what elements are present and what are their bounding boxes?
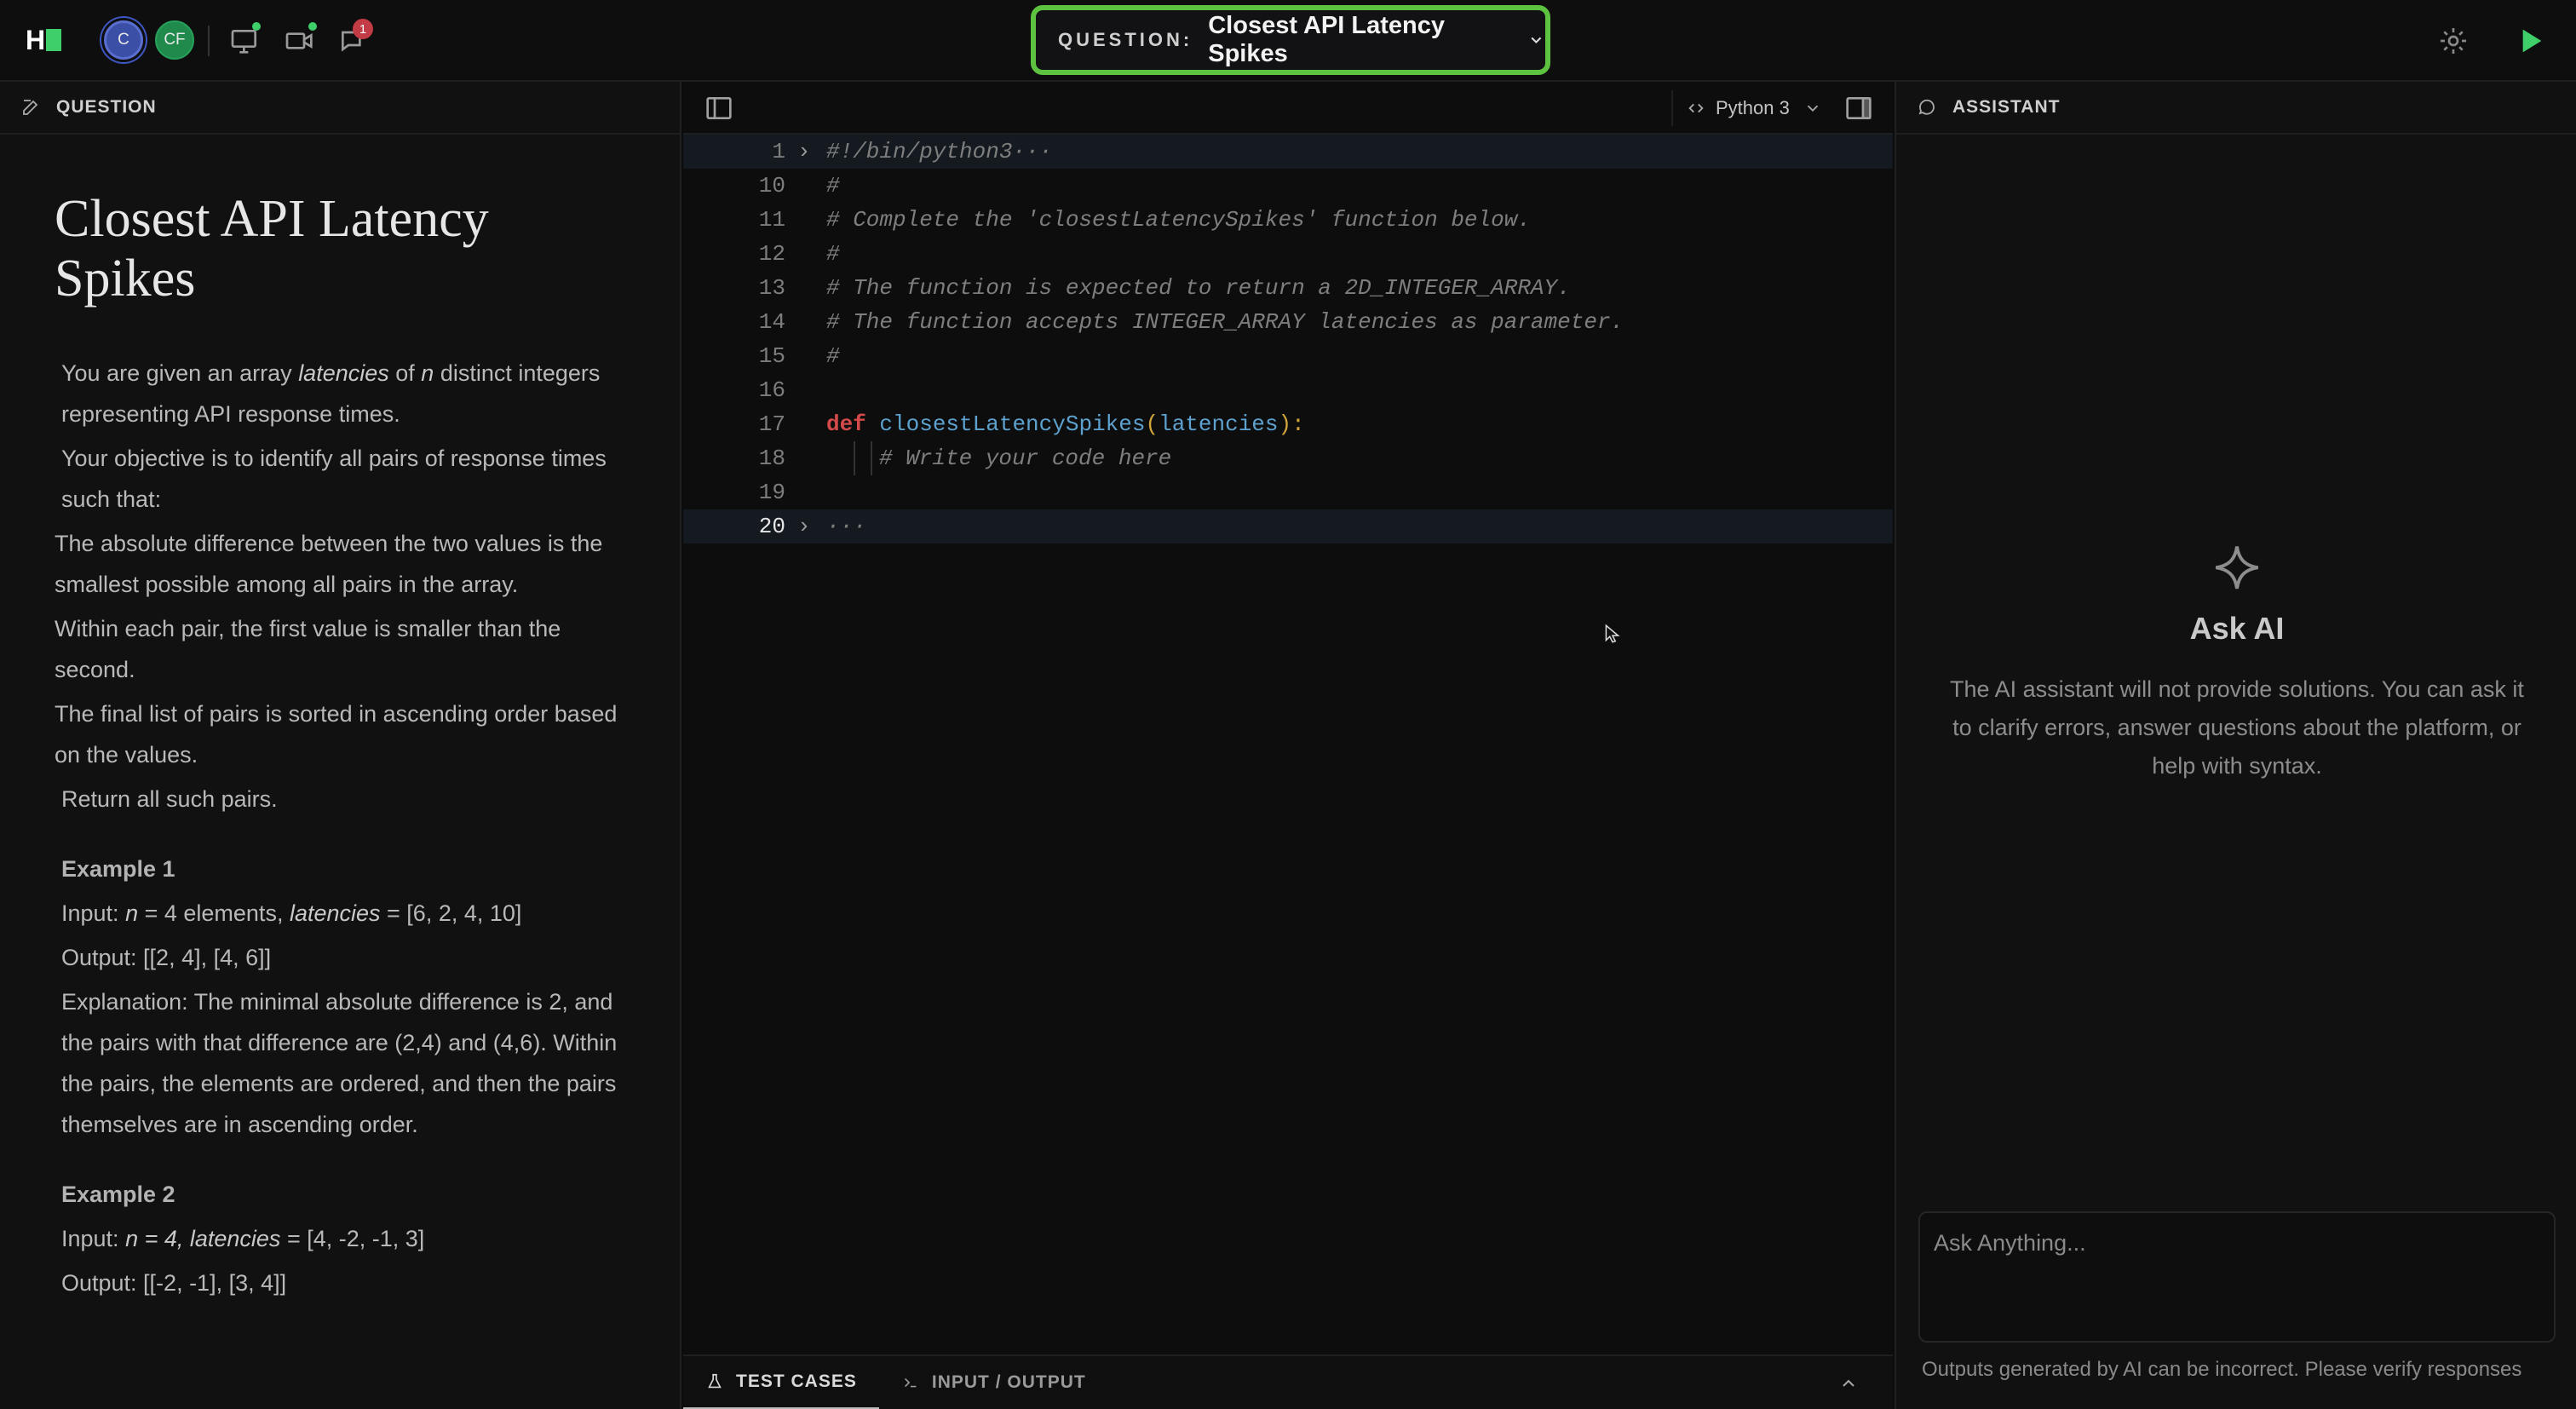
code-icon bbox=[1688, 103, 1704, 113]
mouse-pointer-icon bbox=[1605, 624, 1620, 643]
rule-3: The final list of pairs is sorted in asc… bbox=[55, 701, 618, 768]
example-1-title: Example 1 bbox=[61, 856, 175, 882]
example-2-title: Example 2 bbox=[61, 1182, 175, 1207]
assistant-panel-header: ASSISTANT bbox=[1896, 82, 2576, 135]
code-line: 18 # Write your code here bbox=[683, 441, 1893, 475]
rule-1: The absolute difference between the two … bbox=[55, 531, 603, 597]
example-1-explanation: Explanation: The minimal absolute differ… bbox=[61, 989, 618, 1137]
code-line-current: 20 › ··· bbox=[683, 509, 1893, 543]
play-icon bbox=[2522, 29, 2542, 53]
question-body: You are given an array latencies of n di… bbox=[55, 353, 634, 1307]
divider bbox=[208, 26, 210, 56]
code-line: 15 # bbox=[758, 343, 840, 369]
screen-share-status-dot bbox=[252, 22, 261, 31]
intro-paragraph: You are given an array latencies of n di… bbox=[61, 360, 601, 427]
code-editor-panel: Python 3 1 › #!/bin/python3··· 10 # 11 #… bbox=[683, 82, 1893, 1409]
language-value: Python 3 bbox=[1716, 97, 1790, 118]
code-line: 17 def closestLatencySpikes(latencies): bbox=[758, 411, 1305, 437]
example-1-output: Output: [[2, 4], [4, 6]] bbox=[61, 945, 272, 970]
code-line: 19 bbox=[758, 480, 785, 505]
question-panel-header: QUESTION bbox=[0, 82, 680, 135]
ask-input[interactable]: Ask Anything... bbox=[1918, 1211, 2556, 1343]
code-line: 10 # bbox=[758, 173, 840, 198]
ask-ai-description: The AI assistant will not provide soluti… bbox=[1950, 676, 2524, 779]
app-root: H C CF 1 QUESTION: Closest API Latency S… bbox=[0, 0, 2576, 1409]
run-button[interactable] bbox=[2513, 24, 2547, 58]
logo[interactable]: H bbox=[26, 24, 65, 56]
code-line: 14 # The function accepts INTEGER_ARRAY … bbox=[758, 309, 1624, 335]
avatar-cf[interactable]: CF bbox=[155, 20, 194, 60]
code-line: 1 › #!/bin/python3··· bbox=[683, 135, 1893, 169]
question-selector-label: QUESTION: bbox=[1058, 29, 1193, 50]
logo-text: H bbox=[26, 24, 45, 55]
edit-icon bbox=[23, 100, 38, 115]
question-title: Closest API Latency Spikes bbox=[55, 190, 489, 308]
return-paragraph: Return all such pairs. bbox=[61, 786, 278, 812]
chevron-up-icon[interactable] bbox=[1838, 1373, 1859, 1394]
indent-guide bbox=[854, 441, 855, 475]
tab-input-output[interactable]: INPUT / OUTPUT bbox=[879, 1355, 1108, 1409]
avatar-c[interactable]: C bbox=[104, 20, 143, 60]
notification-badge: 1 bbox=[353, 19, 373, 39]
example-1-input: Input: n = 4 elements, latencies = [6, 2… bbox=[61, 900, 522, 926]
question-selector[interactable]: QUESTION: Closest API Latency Spikes bbox=[1031, 5, 1550, 75]
chat-bubble-icon bbox=[1918, 99, 1935, 115]
gear-icon[interactable] bbox=[2436, 24, 2470, 58]
ask-input-placeholder: Ask Anything... bbox=[1934, 1230, 2086, 1256]
language-selector[interactable]: Python 3 bbox=[1671, 90, 1832, 126]
code-line: 16 bbox=[758, 377, 785, 403]
ask-ai-empty-state: Ask AI The AI assistant will not provide… bbox=[1896, 542, 2576, 785]
ai-disclaimer: Outputs generated by AI can be incorrect… bbox=[1922, 1358, 2522, 1381]
question-panel: QUESTION Closest API Latency Spikes You … bbox=[0, 82, 681, 1409]
top-bar: H C CF 1 QUESTION: Closest API Latency S… bbox=[0, 0, 2576, 82]
flask-icon bbox=[708, 1373, 722, 1388]
editor-toolbar: Python 3 bbox=[683, 82, 1893, 135]
objective-paragraph: Your objective is to identify all pairs … bbox=[61, 446, 607, 512]
avatar-c-initials: C bbox=[118, 31, 129, 49]
fold-chevron-icon[interactable]: › bbox=[797, 139, 818, 164]
avatar-cf-initials: CF bbox=[164, 31, 186, 49]
question-panel-title: QUESTION bbox=[56, 97, 157, 117]
terminal-icon bbox=[904, 1377, 917, 1388]
sparkle-icon bbox=[2215, 546, 2259, 589]
fold-chevron-icon[interactable]: › bbox=[797, 514, 818, 539]
chevron-down-icon bbox=[1531, 37, 1542, 44]
code-line: 11 # Complete the 'closestLatencySpikes'… bbox=[758, 207, 1531, 233]
question-selector-value: Closest API Latency Spikes bbox=[1208, 12, 1445, 67]
code-area[interactable]: 1 › #!/bin/python3··· 10 # 11 # Complete… bbox=[683, 135, 1893, 1351]
toggle-right-panel-icon[interactable] bbox=[1842, 91, 1876, 125]
editor-bottom-tabs: TEST CASES INPUT / OUTPUT bbox=[683, 1354, 1893, 1409]
code-line: 12 # bbox=[758, 241, 840, 267]
rule-2: Within each pair, the first value is sma… bbox=[55, 616, 561, 682]
assistant-panel-title: ASSISTANT bbox=[1952, 97, 2061, 117]
toggle-left-panel-icon[interactable] bbox=[702, 91, 736, 125]
assistant-panel: ASSISTANT Ask AI The AI assistant will n… bbox=[1895, 82, 2576, 1409]
ask-ai-title: Ask AI bbox=[2189, 611, 2285, 646]
code-line: 13 # The function is expected to return … bbox=[758, 275, 1571, 301]
example-2-output: Output: [[-2, -1], [3, 4]] bbox=[61, 1270, 287, 1296]
indent-guide bbox=[871, 441, 872, 475]
tab-test-cases[interactable]: TEST CASES bbox=[683, 1355, 879, 1409]
example-2-input: Input: n = 4, latencies = [4, -2, -1, 3] bbox=[61, 1226, 425, 1251]
logo-mark bbox=[46, 29, 62, 51]
chevron-down-icon bbox=[1807, 105, 1818, 112]
video-status-dot bbox=[308, 22, 317, 31]
